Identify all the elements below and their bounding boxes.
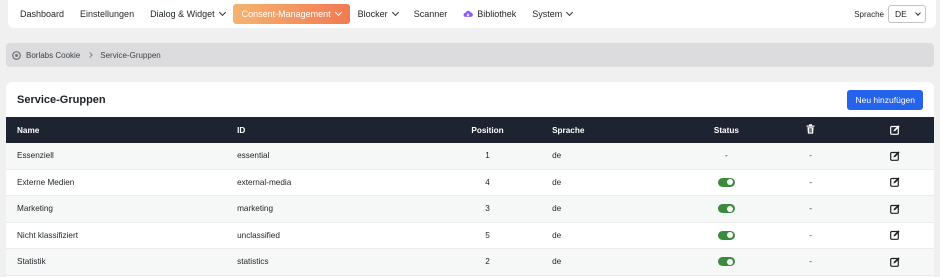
status-toggle[interactable] [717,204,735,214]
table-row: Statistik statistics 2 de - [6,249,934,276]
cell-name: Externe Medien [17,177,75,187]
nav-label: Blocker [357,9,388,19]
language-value: DE [895,9,907,19]
status-toggle[interactable] [717,177,735,187]
table-body: Essenziell essential 1 de - - Externe Me… [6,143,934,276]
edit-icon [889,151,900,161]
nav-label: Bibliothek [477,9,517,19]
cell-status: - [725,151,728,161]
nav-einstellungen[interactable]: Einstellungen [72,4,142,24]
cell-language: de [552,204,562,214]
table-row: Externe Medien external-media 4 de - [6,170,934,196]
cell-delete: - [809,177,812,187]
page-title: Service-Gruppen [17,93,106,106]
chevron-right-icon [87,52,94,58]
breadcrumb-current: Service-Gruppen [100,50,161,60]
edit-button[interactable] [856,257,934,267]
cloud-download-icon [463,10,474,17]
column-header-status[interactable]: Status [687,126,765,135]
cell-delete: - [809,204,812,214]
chevron-down-icon [566,8,574,17]
cell-status [687,204,765,214]
borlabs-logo-icon [12,50,21,60]
breadcrumb-root[interactable]: Borlabs Cookie [26,51,80,60]
nav-dashboard[interactable]: Dashboard [12,4,72,24]
edit-button[interactable] [856,151,934,161]
cell-position: 5 [485,230,490,240]
cell-id: external-media [237,177,292,187]
nav-label: Dialog & Widget [150,9,215,19]
chevron-down-icon [334,8,342,17]
cell-status [687,230,765,240]
cell-id: unclassified [237,230,280,240]
cell-language: de [552,151,562,161]
nav-system[interactable]: System [524,4,580,24]
chevron-down-icon [218,8,226,17]
status-toggle[interactable] [717,257,735,267]
cell-name: Statistik [17,257,46,267]
top-navigation: Dashboard Einstellungen Dialog & Widget … [8,0,936,28]
edit-icon [889,177,900,188]
card-header: Service-Gruppen Neu hinzufügen [6,82,934,117]
edit-button[interactable] [856,177,934,188]
cell-name: Nicht klassifiziert [17,230,78,240]
chevron-down-icon [915,10,921,16]
column-header-position[interactable]: Position [468,126,507,135]
status-toggle[interactable] [717,230,735,240]
edit-icon [889,230,900,241]
trash-icon [806,124,815,134]
cell-position: 1 [485,151,490,161]
cell-delete: - [809,151,812,161]
edit-button[interactable] [856,204,934,214]
cell-status [687,177,765,187]
cell-language: de [552,177,562,187]
cell-name: Marketing [17,204,53,214]
column-header-id[interactable]: ID [237,126,468,135]
edit-button[interactable] [856,230,934,241]
service-groups-table: Name ID Position Sprache Status Essenzie… [6,117,934,276]
cell-position: 3 [485,204,490,214]
nav-consent-management[interactable]: Consent-Management [232,4,350,24]
add-new-button[interactable]: Neu hinzufügen [847,89,923,110]
nav-scanner[interactable]: Scanner [406,4,456,24]
edit-icon [889,125,900,135]
nav-label: Dashboard [20,9,65,19]
cell-language: de [552,257,562,267]
column-header-edit [856,125,934,135]
service-groups-card: Service-Gruppen Neu hinzufügen Name ID P… [6,82,934,277]
table-header: Name ID Position Sprache Status [6,117,934,143]
cell-id: essential [237,151,270,161]
edit-icon [889,257,900,267]
cell-status [687,257,765,267]
table-row: Marketing marketing 3 de - [6,196,934,223]
language-select[interactable]: DE [888,5,926,23]
cell-delete: - [809,230,812,240]
nav-label: Einstellungen [80,9,135,19]
nav-blocker[interactable]: Blocker [350,4,406,24]
nav-label: Scanner [413,9,448,19]
nav-label: System [532,9,563,19]
cell-position: 2 [485,257,490,267]
cell-id: marketing [237,204,274,214]
column-header-name[interactable]: Name [6,126,237,135]
nav-bibliothek[interactable]: Bibliothek [455,4,524,24]
chevron-down-icon [391,8,399,17]
table-row: Nicht klassifiziert unclassified 5 de - [6,223,934,249]
nav-label: Consent-Management [241,9,331,19]
breadcrumb: Borlabs Cookie Service-Gruppen [6,43,934,67]
language-label: Sprache [854,9,884,19]
cell-name: Essenziell [17,151,54,161]
language-switcher: Sprache DE [854,5,936,23]
cell-position: 4 [485,177,490,187]
cell-delete: - [809,257,812,267]
cell-id: statistics [237,257,269,267]
edit-icon [889,204,900,214]
cell-language: de [552,230,562,240]
column-header-language[interactable]: Sprache [507,126,679,135]
column-header-delete [772,124,850,136]
table-row: Essenziell essential 1 de - - [6,143,934,170]
nav-dialog-widget[interactable]: Dialog & Widget [142,4,233,24]
